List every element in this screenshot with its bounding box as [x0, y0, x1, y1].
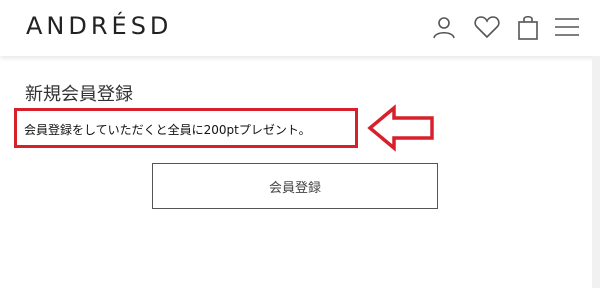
site-header: ANDRÉSD — [0, 0, 600, 56]
scrollbar[interactable] — [592, 56, 600, 288]
bag-icon[interactable] — [513, 12, 543, 42]
user-icon[interactable] — [429, 12, 459, 42]
left-arrow-icon — [367, 104, 434, 152]
heart-icon[interactable] — [472, 12, 502, 42]
menu-icon[interactable] — [552, 12, 582, 42]
page-title: 新規会員登録 — [25, 84, 133, 105]
logo[interactable]: ANDRÉSD — [26, 12, 172, 40]
register-button[interactable]: 会員登録 — [152, 163, 438, 209]
promo-text: 会員登録をしていただくと全員に200ptプレゼント。 — [24, 123, 311, 137]
